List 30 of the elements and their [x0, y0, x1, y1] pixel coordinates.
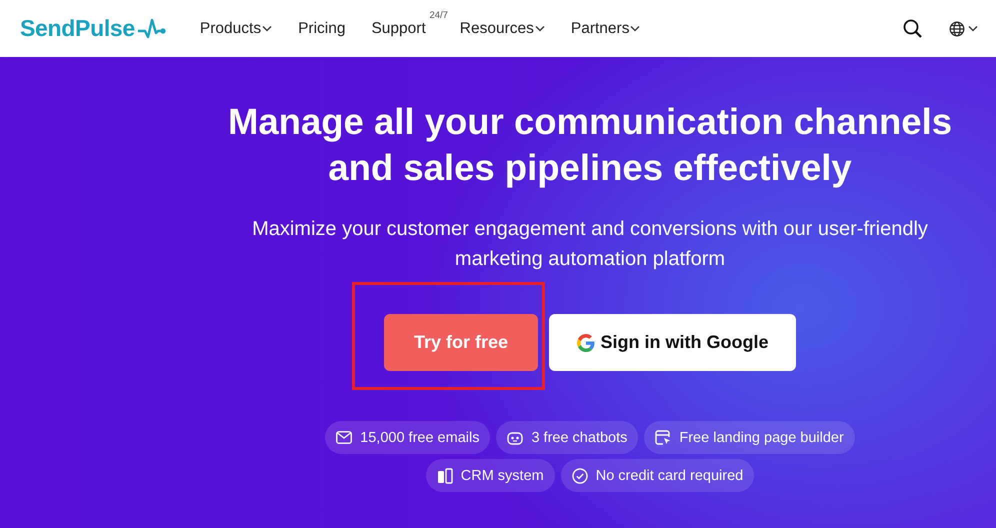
- globe-icon: [949, 20, 965, 36]
- search-button[interactable]: [903, 18, 923, 38]
- pulse-icon: [136, 18, 167, 40]
- nav-link[interactable]: Pricing: [298, 20, 346, 38]
- subtitle: Maximize your customer engagement and conversions with our user-friendly: [252, 217, 928, 242]
- headline: Manage all your communication channels: [228, 100, 952, 144]
- subtitle: marketing automation platform: [454, 247, 726, 272]
- language-button[interactable]: [949, 20, 978, 36]
- robot-icon: [507, 430, 524, 444]
- search-icon: [903, 18, 923, 38]
- feature-chip: 15,000 free emails: [325, 421, 490, 454]
- nav-link[interactable]: Partners: [570, 20, 640, 38]
- mail-icon: [336, 431, 352, 444]
- feature-chip: CRM system: [426, 459, 555, 492]
- support-superscript: 24/7: [429, 10, 448, 20]
- chevron-icon: [534, 25, 545, 32]
- chevron-icon: [630, 25, 640, 32]
- nav-link[interactable]: Products: [200, 20, 272, 38]
- google-icon: [576, 334, 594, 352]
- headline: and sales pipelines effectively: [328, 146, 852, 190]
- feature-chip: 3 free chatbots: [496, 421, 638, 454]
- check-circle-icon: [572, 468, 588, 484]
- chevron-icon: [968, 25, 978, 32]
- browser-cursor-icon: [655, 430, 672, 446]
- nav-link[interactable]: Resources: [460, 20, 545, 38]
- google-sign-in-button[interactable]: Sign in with Google: [549, 314, 796, 371]
- columns-icon: [436, 468, 453, 484]
- feature-chip: Free landing page builder: [644, 421, 855, 454]
- chevron-icon: [262, 25, 272, 32]
- feature-chip: No credit card required: [560, 459, 754, 492]
